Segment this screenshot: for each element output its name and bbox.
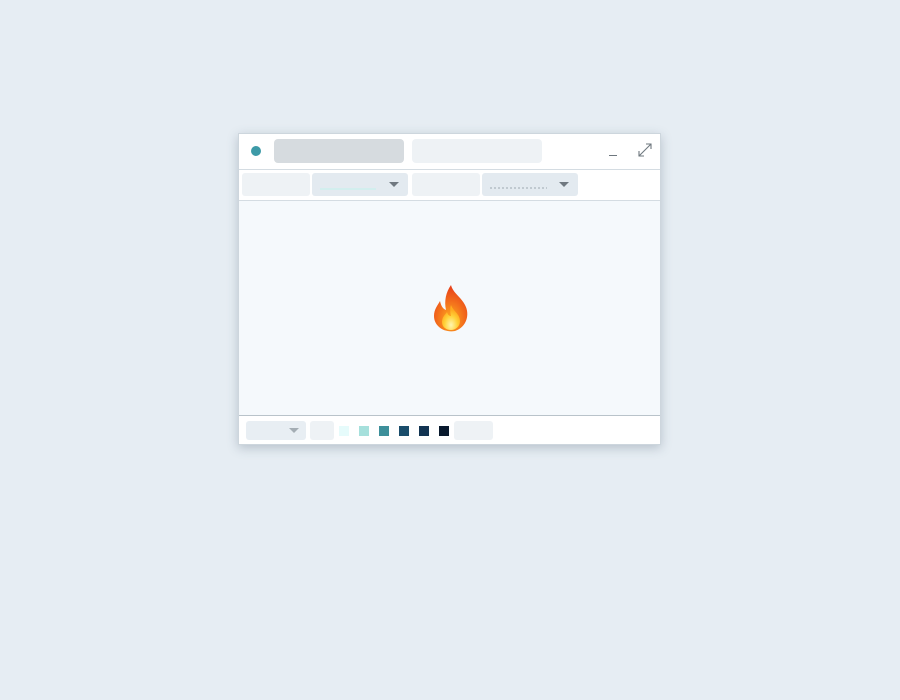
color-swatch[interactable] bbox=[359, 426, 369, 436]
toolbar bbox=[239, 170, 660, 201]
bottom-bar bbox=[239, 416, 660, 444]
expand-arrows-icon bbox=[638, 143, 652, 157]
color-picker-button[interactable] bbox=[310, 421, 334, 440]
bottom-action-button[interactable] bbox=[454, 421, 493, 440]
search-input[interactable] bbox=[412, 139, 542, 163]
brush-size-dropdown[interactable] bbox=[246, 421, 306, 440]
color-swatch[interactable] bbox=[379, 426, 389, 436]
minimize-icon bbox=[609, 155, 617, 156]
dropdown-value-placeholder bbox=[320, 188, 376, 190]
title-bar bbox=[239, 134, 660, 170]
color-swatch[interactable] bbox=[439, 426, 449, 436]
dropdown-value-placeholder bbox=[489, 187, 547, 189]
status-dot bbox=[251, 146, 261, 156]
toolbar-dropdown-1[interactable] bbox=[312, 173, 408, 196]
toolbar-button-1[interactable] bbox=[242, 173, 310, 196]
fire-icon bbox=[434, 285, 468, 332]
color-swatch[interactable] bbox=[399, 426, 409, 436]
drawing-canvas[interactable] bbox=[239, 201, 660, 416]
window-title bbox=[274, 139, 404, 163]
maximize-button[interactable] bbox=[635, 140, 657, 162]
color-swatch[interactable] bbox=[339, 426, 349, 436]
chevron-down-icon bbox=[289, 428, 299, 433]
chevron-down-icon bbox=[389, 182, 399, 187]
toolbar-dropdown-2[interactable] bbox=[482, 173, 578, 196]
color-swatch[interactable] bbox=[419, 426, 429, 436]
chevron-down-icon bbox=[559, 182, 569, 187]
toolbar-button-2[interactable] bbox=[412, 173, 480, 196]
app-window bbox=[238, 133, 661, 445]
minimize-button[interactable] bbox=[603, 140, 625, 162]
